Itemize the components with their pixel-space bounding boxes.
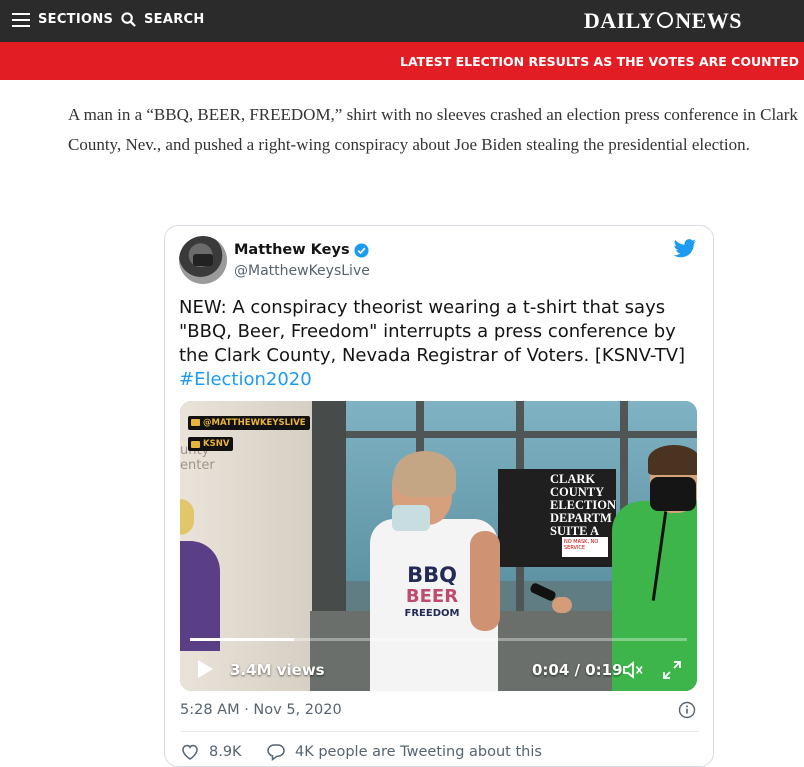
twitter-bird-icon[interactable]: [673, 239, 697, 259]
video-right-hair: [648, 445, 697, 475]
video-microphone: [529, 581, 557, 603]
article-paragraph: A man in a “BBQ, BEER, FREEDOM,” shirt w…: [68, 105, 798, 154]
hashtag-link[interactable]: #Election2020: [179, 368, 703, 392]
banner-text: LATEST ELECTION RESULTS AS THE VOTES ARE…: [400, 54, 804, 69]
video-progress-bar[interactable]: [190, 638, 687, 641]
station-badge: KSNV: [188, 437, 234, 451]
search-label: SEARCH: [144, 12, 205, 27]
video-view-count: 3.4M views: [230, 661, 325, 679]
logo-text-left: DAILY: [583, 8, 656, 33]
logo-mark-icon: [657, 12, 674, 28]
verified-badge-icon: [354, 242, 369, 258]
like-button[interactable]: 8.9K: [180, 742, 242, 762]
video-time: 0:04 / 0:19: [532, 661, 623, 679]
station-badge-text: KSNV: [203, 439, 230, 449]
play-icon[interactable]: [198, 660, 213, 678]
volume-muted-icon[interactable]: [622, 660, 644, 680]
video-right-mask: [650, 477, 696, 511]
conversation-text: 4K people are Tweeting about this: [295, 744, 542, 760]
tweet-handle[interactable]: @MatthewKeysLive: [234, 263, 370, 279]
shirt-line-beer: BEER: [405, 586, 459, 607]
reply-bubble-icon: [267, 744, 285, 761]
sections-label: SECTIONS: [38, 12, 114, 27]
tweet-divider: [180, 731, 698, 732]
tweet-body: NEW: A conspiracy theorist wearing a t-s…: [179, 297, 686, 366]
video-watermark-badges: @MATTHEWKEYSLIVE KSNV: [188, 411, 310, 454]
sections-menu-button[interactable]: SECTIONS: [12, 12, 113, 27]
search-icon: [121, 12, 136, 27]
daily-news-logo[interactable]: DAILY NEWS: [584, 8, 742, 34]
video-window-bar: [346, 431, 697, 438]
video-player[interactable]: unty enter on CLARK COUNTY ELECTION DEPA…: [180, 401, 697, 691]
video-man-mask: [392, 505, 430, 531]
camera-icon: [191, 440, 200, 448]
hamburger-icon: [12, 12, 30, 27]
video-arm: [470, 531, 500, 631]
like-count: 8.9K: [209, 744, 242, 760]
video-hand: [552, 597, 572, 613]
tweet-text: NEW: A conspiracy theorist wearing a t-s…: [179, 296, 703, 392]
video-county-sign: CLARK COUNTY ELECTION DEPARTM SUITE A NO…: [498, 469, 616, 567]
video-small-sign: NO MASK, NO SERVICE: [562, 537, 608, 557]
video-seal: [180, 499, 194, 535]
site-header: SECTIONS SEARCH DAILY NEWS: [0, 0, 804, 42]
tweet-author[interactable]: Matthew Keys: [234, 242, 369, 258]
channel-badge-text: @MATTHEWKEYSLIVE: [203, 417, 306, 428]
video-man-hair: [394, 451, 456, 497]
channel-badge: @MATTHEWKEYSLIVE: [188, 415, 310, 430]
search-button[interactable]: SEARCH: [121, 12, 205, 27]
shirt-line-bbq: BBQ: [407, 563, 457, 587]
logo-text-right: NEWS: [675, 8, 742, 33]
avatar[interactable]: [179, 236, 227, 284]
camera-icon: [191, 419, 200, 426]
video-progress-fill: [190, 638, 295, 641]
conversation-link[interactable]: 4K people are Tweeting about this: [266, 742, 542, 762]
video-sign-text: CLARK COUNTY ELECTION DEPARTM SUITE A: [550, 472, 616, 538]
info-icon[interactable]: [678, 701, 696, 719]
video-shirt-text: BBQ BEER FREEDOM: [392, 563, 472, 621]
fullscreen-icon[interactable]: [662, 660, 682, 680]
embedded-tweet[interactable]: Matthew Keys @MatthewKeysLive NEW: A con…: [164, 225, 714, 767]
tweet-timestamp[interactable]: 5:28 AM · Nov 5, 2020: [180, 702, 342, 718]
breaking-banner[interactable]: LATEST ELECTION RESULTS AS THE VOTES ARE…: [0, 42, 804, 80]
heart-icon: [182, 744, 198, 760]
shirt-line-freedom: FREEDOM: [404, 608, 460, 619]
author-name: Matthew Keys: [234, 242, 350, 258]
video-left-person: [180, 541, 220, 651]
